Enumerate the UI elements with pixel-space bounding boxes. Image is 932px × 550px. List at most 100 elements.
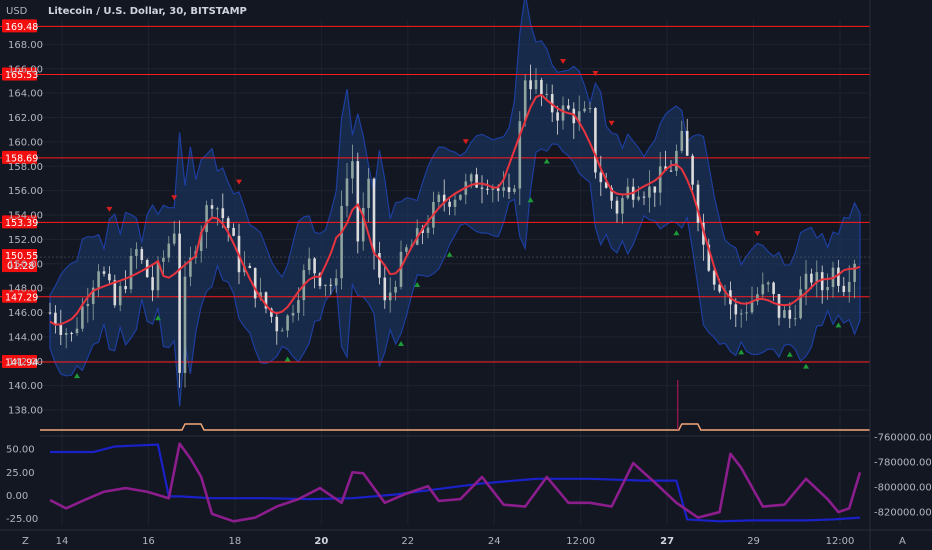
candle-body (453, 199, 457, 207)
candle-body (486, 188, 489, 190)
candle-body (567, 105, 570, 109)
candle-body (329, 284, 333, 286)
price-tick: 164.00 (8, 89, 43, 100)
candle-body (480, 187, 484, 189)
candle-body (135, 249, 138, 256)
candle-body (469, 174, 473, 182)
time-tick: 22 (401, 536, 414, 547)
candle-body (226, 218, 230, 228)
candle-body (113, 280, 117, 306)
candle-body (588, 108, 592, 110)
candle-body (513, 188, 516, 192)
candle-body (599, 172, 603, 183)
time-tick: 27 (660, 536, 674, 547)
candle-body (615, 200, 619, 214)
candle-body (475, 174, 478, 188)
osc-tick: 25.00 (6, 468, 35, 479)
candle-body (637, 196, 640, 200)
candle-body (669, 170, 673, 172)
osc-right-tick: -760000.00 (874, 433, 932, 444)
candle-body (324, 284, 327, 287)
price-tick: 142.00 (8, 357, 43, 368)
candle-body (621, 198, 624, 214)
candle-body (205, 205, 208, 233)
price-tick: 150.00 (8, 259, 43, 270)
candle-body (356, 161, 360, 242)
candle-body (561, 105, 565, 121)
candle-body (124, 286, 127, 290)
chart-title[interactable]: Litecoin / U.S. Dollar, 30, BITSTAMP (48, 6, 247, 17)
time-tick: 14 (56, 536, 69, 547)
candle-body (837, 267, 840, 286)
price-tick: 140.00 (8, 381, 43, 392)
candle-body (140, 249, 144, 261)
candle-body (826, 287, 829, 291)
candle-body (734, 304, 738, 315)
candle-body (307, 258, 311, 271)
candle-body (372, 178, 376, 254)
price-tick: 162.00 (8, 113, 43, 124)
trading-chart[interactable]: 169.48165.53158.69153.39147.29141.94150.… (0, 0, 932, 550)
candle-body (86, 303, 90, 307)
time-tick: 12:00 (566, 536, 595, 547)
candle-body (594, 108, 597, 173)
candle-body (772, 282, 775, 295)
candle-body (286, 315, 289, 331)
candle-body (167, 243, 171, 258)
price-tick: 144.00 (8, 332, 43, 343)
candle-body (118, 286, 122, 306)
candle-body (448, 201, 451, 207)
candle-body (48, 312, 52, 314)
candle-body (162, 257, 165, 262)
candle-body (680, 130, 684, 151)
candle-body (648, 186, 651, 198)
price-tick: 158.00 (8, 162, 43, 173)
price-tick: 138.00 (8, 406, 43, 417)
candle-body (788, 310, 792, 319)
price-tick: 160.00 (8, 137, 43, 148)
price-tick: 166.00 (8, 64, 43, 75)
time-tick: 12:00 (826, 536, 855, 547)
candle-body (313, 258, 316, 274)
candle-body (685, 130, 689, 156)
osc-right-tick: -800000.00 (874, 483, 932, 494)
price-tick: 156.00 (8, 186, 43, 197)
candle-body (691, 155, 694, 185)
price-tick: 152.00 (8, 235, 43, 246)
timezone-button[interactable]: Z (22, 536, 29, 547)
candle-body (545, 94, 549, 96)
candle-body (675, 150, 678, 171)
auto-scale-button[interactable]: A (899, 536, 906, 547)
candle-body (81, 306, 84, 329)
candle-body (108, 273, 111, 281)
candle-body (221, 208, 225, 219)
candle-body (529, 80, 532, 90)
currency-label: USD (6, 6, 28, 17)
candle-body (642, 196, 646, 198)
candle-body (540, 79, 543, 95)
candle-body (210, 205, 214, 209)
price-tick: 146.00 (8, 308, 43, 319)
candle-body (745, 312, 748, 314)
candle-body (345, 178, 349, 206)
time-tick: 16 (142, 536, 155, 547)
candle-body (712, 270, 716, 285)
candle-body (280, 330, 284, 332)
candle-body (507, 187, 511, 192)
candle-body (766, 282, 770, 285)
candle-body (291, 312, 295, 316)
sr-label: 169.48 (5, 22, 38, 33)
candle-body (523, 80, 527, 122)
candle-body (70, 332, 73, 334)
candle-body (583, 108, 586, 112)
candle-body (297, 300, 300, 313)
time-tick: 29 (747, 536, 760, 547)
candle-body (658, 166, 662, 193)
candle-body (172, 233, 176, 244)
candle-body (151, 277, 154, 291)
osc-right-tick: -820000.00 (874, 508, 932, 519)
price-tick: 148.00 (8, 284, 43, 295)
candle-body (496, 188, 500, 191)
price-tick: 154.00 (8, 211, 43, 222)
candle-body (388, 292, 392, 301)
